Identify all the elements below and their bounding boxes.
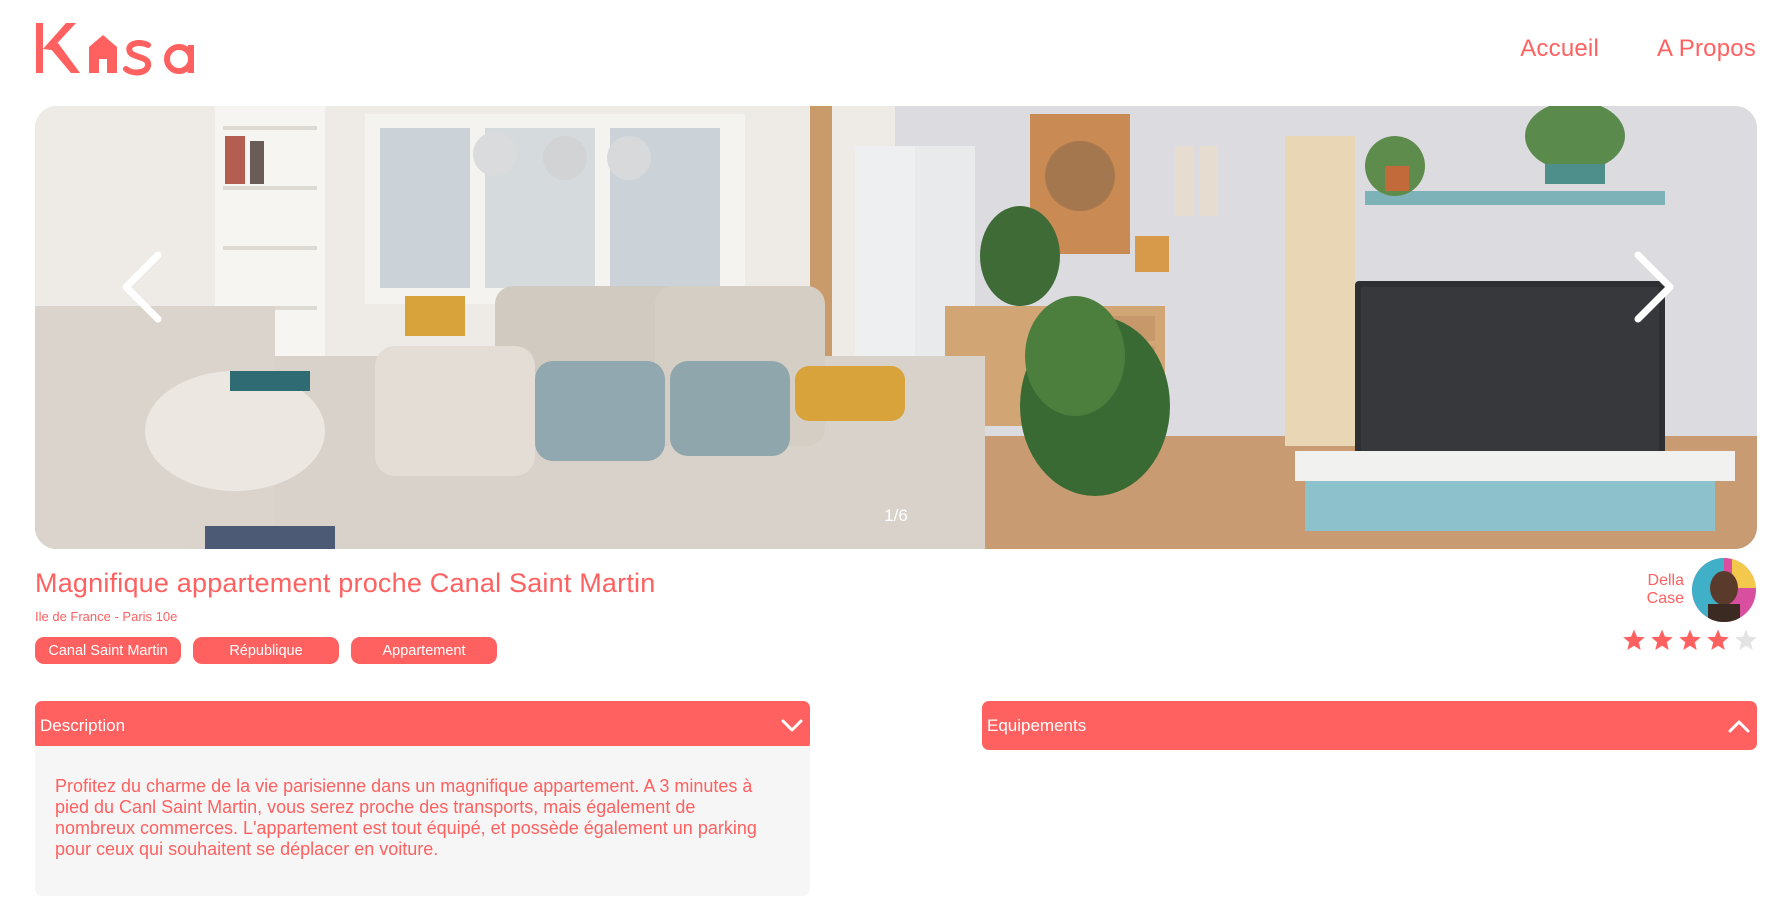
star-filled-icon	[1623, 629, 1645, 650]
tag: Canal Saint Martin	[35, 637, 181, 664]
host-last-name: Case	[1646, 590, 1684, 607]
carousel-next-button[interactable]	[1619, 242, 1689, 332]
carousel-prev-button[interactable]	[107, 242, 177, 332]
host-first-name: Della	[1647, 572, 1684, 589]
listing-location: Ile de France - Paris 10e	[35, 609, 178, 624]
star-empty-icon	[1735, 629, 1757, 650]
tag-list: Canal Saint Martin République Appartemen…	[35, 637, 497, 664]
collapse-equipements: Equipements	[982, 701, 1757, 750]
listing-title: Magnifique appartement proche Canal Sain…	[35, 568, 656, 598]
carousel-counter: 1/6	[884, 506, 908, 525]
collapse-equipements-header[interactable]: Equipements	[982, 701, 1757, 750]
tag: Appartement	[351, 637, 497, 664]
rating-stars	[1622, 628, 1758, 652]
tag: République	[193, 637, 339, 664]
host-info: Della Case	[1647, 558, 1756, 622]
star-filled-icon	[1679, 629, 1701, 650]
logo-icon	[36, 23, 194, 76]
host-avatar	[1692, 558, 1756, 622]
collapse-description-content: Profitez du charme de la vie parisienne …	[35, 746, 810, 896]
image-carousel: 1/6	[35, 106, 1757, 549]
chevron-up-icon	[1728, 720, 1750, 732]
collapse-equipements-title: Equipements	[987, 715, 1087, 735]
chevron-right-icon	[1634, 251, 1674, 323]
collapse-description-header[interactable]: Description	[35, 701, 810, 750]
collapse-description: Description Profitez du charme de la vie…	[35, 701, 810, 896]
host-name: Della Case	[1647, 572, 1684, 608]
chevron-down-icon	[781, 719, 803, 731]
kasa-logo[interactable]	[36, 18, 212, 80]
avatar-image	[1692, 558, 1756, 622]
star-filled-icon	[1707, 629, 1729, 650]
chevron-left-icon	[122, 251, 162, 323]
nav-link-accueil[interactable]: Accueil	[1520, 35, 1599, 63]
listing-photo	[35, 106, 1757, 549]
star-filled-icon	[1651, 629, 1673, 650]
main-nav: Accueil A Propos	[1520, 35, 1756, 63]
nav-link-a-propos[interactable]: A Propos	[1657, 35, 1756, 63]
header: Accueil A Propos	[36, 18, 1756, 80]
collapse-description-title: Description	[40, 715, 126, 735]
